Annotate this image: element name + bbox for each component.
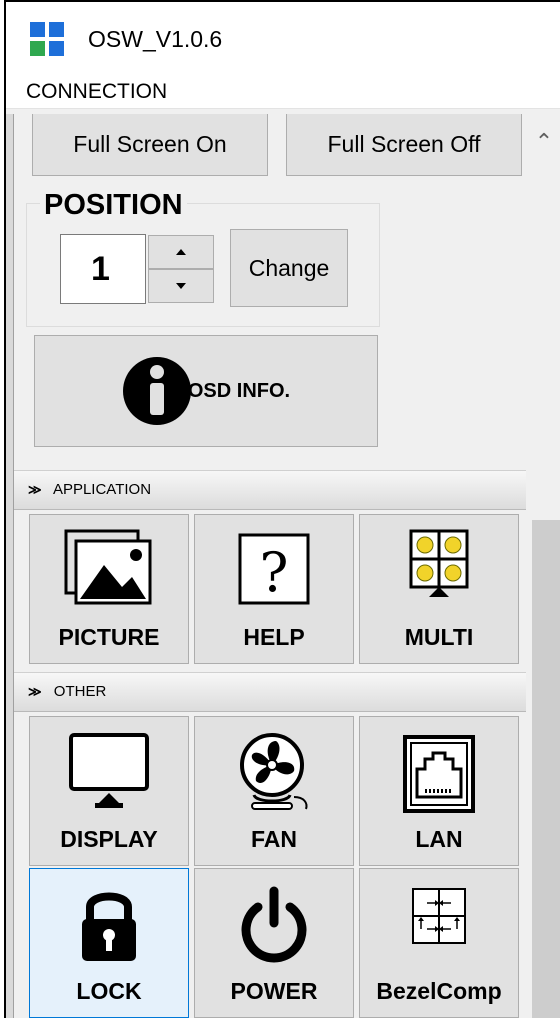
position-increment-button[interactable]: [148, 235, 214, 269]
title-bar: OSW_V1.0.6: [6, 2, 560, 74]
arrow-up-icon: [176, 249, 186, 255]
power-icon: [241, 886, 307, 963]
menu-connection[interactable]: CONNECTION: [26, 78, 167, 106]
change-label: Change: [248, 254, 330, 281]
lock-tile[interactable]: LOCK: [29, 868, 189, 1018]
other-header-label: OTHER: [53, 683, 107, 700]
lan-tile[interactable]: LAN: [359, 716, 519, 866]
arrow-down-icon: [176, 283, 186, 289]
help-tile[interactable]: ? HELP: [194, 514, 354, 664]
multi-screen-icon: [409, 529, 469, 597]
fan-label: FAN: [251, 826, 297, 852]
bezelcomp-label: BezelComp: [376, 978, 502, 1004]
full-screen-on-button[interactable]: Full Screen On: [32, 114, 268, 176]
svg-text:?: ?: [260, 541, 289, 604]
padlock-icon: [82, 892, 136, 961]
bezel-compensation-icon: [412, 888, 466, 944]
full-screen-on-label: Full Screen On: [73, 131, 227, 157]
multi-tile[interactable]: MULTI: [359, 514, 519, 664]
osd-info-button[interactable]: OSD INFO.: [34, 335, 378, 447]
scrollbar-thumb[interactable]: [532, 520, 560, 1018]
position-label: POSITION: [40, 186, 187, 224]
menu-bar: CONNECTION: [6, 74, 560, 110]
panel-left-edge: [6, 114, 14, 1018]
help-icon: ?: [238, 533, 310, 605]
monitor-icon: [69, 733, 149, 808]
collapse-chevron-icon: ≫: [28, 684, 42, 699]
position-decrement-button[interactable]: [148, 269, 214, 303]
picture-tile[interactable]: PICTURE: [29, 514, 189, 664]
full-screen-off-label: Full Screen Off: [327, 131, 481, 157]
application-header-label: APPLICATION: [52, 481, 152, 498]
position-input[interactable]: 1: [60, 234, 146, 304]
ethernet-port-icon: [403, 735, 475, 813]
help-label: HELP: [243, 624, 305, 650]
bezelcomp-tile[interactable]: BezelComp: [359, 868, 519, 1018]
fan-icon: [240, 733, 308, 810]
power-label: POWER: [230, 978, 318, 1004]
display-label: DISPLAY: [60, 826, 158, 852]
full-screen-off-button[interactable]: Full Screen Off: [286, 114, 522, 176]
picture-icon: [64, 529, 152, 605]
collapse-chevron-icon: ≫: [28, 482, 42, 497]
lan-label: LAN: [415, 826, 463, 852]
osd-info-label: OSD INFO.: [187, 379, 291, 402]
window-title: OSW_V1.0.6: [88, 26, 223, 52]
application-section-header[interactable]: ≫ APPLICATION: [14, 470, 526, 510]
info-icon: [122, 357, 191, 425]
power-tile[interactable]: POWER: [194, 868, 354, 1018]
lock-label: LOCK: [76, 978, 142, 1004]
other-section-header[interactable]: ≫ OTHER: [14, 672, 526, 712]
change-button[interactable]: Change: [230, 229, 348, 307]
multi-label: MULTI: [404, 624, 474, 650]
picture-label: PICTURE: [58, 624, 160, 650]
scroll-up-icon[interactable]: ⌃: [528, 124, 560, 160]
display-tile[interactable]: DISPLAY: [29, 716, 189, 866]
fan-tile[interactable]: FAN: [194, 716, 354, 866]
app-logo-icon: [30, 22, 64, 56]
